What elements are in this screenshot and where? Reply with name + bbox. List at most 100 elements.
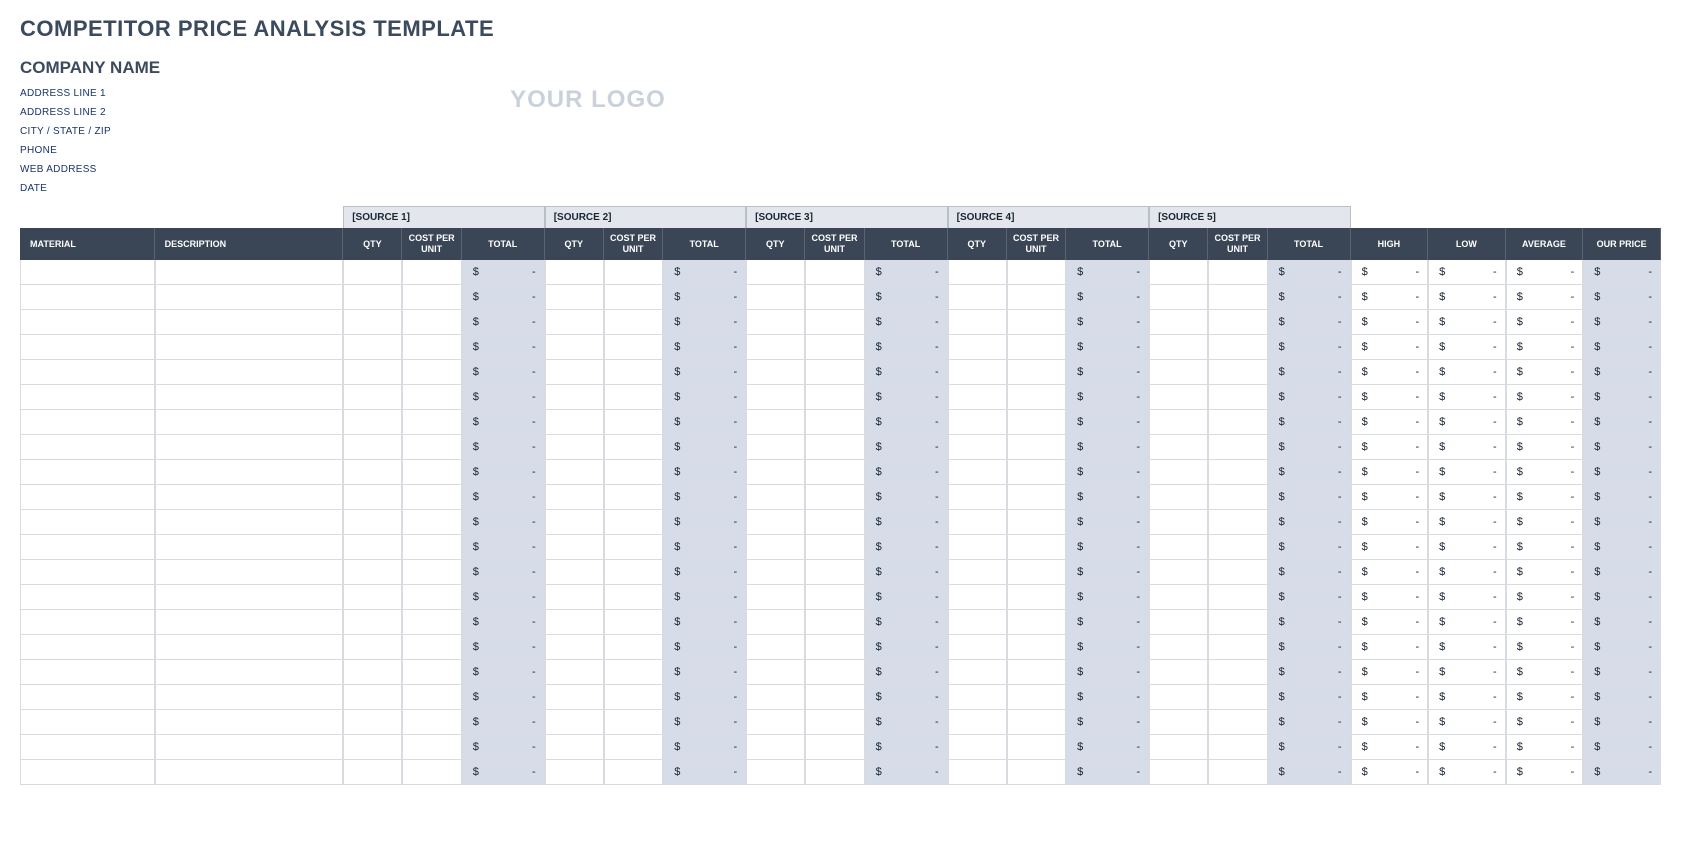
input-cell[interactable] [746, 685, 805, 710]
money-cell[interactable]: $- [1506, 360, 1584, 385]
money-cell[interactable]: $- [1428, 435, 1506, 460]
input-cell[interactable] [20, 460, 155, 485]
input-cell[interactable] [1208, 735, 1267, 760]
money-cell[interactable]: $- [1506, 685, 1584, 710]
money-cell[interactable]: $- [1066, 585, 1149, 610]
input-cell[interactable] [805, 385, 864, 410]
money-cell[interactable]: $- [1583, 610, 1661, 635]
input-cell[interactable] [402, 610, 461, 635]
money-cell[interactable]: $- [1506, 585, 1584, 610]
money-cell[interactable]: $- [462, 610, 545, 635]
input-cell[interactable] [948, 685, 1007, 710]
input-cell[interactable] [545, 660, 604, 685]
money-cell[interactable]: $- [1351, 385, 1429, 410]
input-cell[interactable] [155, 685, 344, 710]
money-cell[interactable]: $- [663, 560, 746, 585]
money-cell[interactable]: $- [1506, 535, 1584, 560]
input-cell[interactable] [1208, 710, 1267, 735]
input-cell[interactable] [604, 385, 663, 410]
input-cell[interactable] [746, 535, 805, 560]
money-cell[interactable]: $- [462, 660, 545, 685]
input-cell[interactable] [343, 385, 402, 410]
input-cell[interactable] [545, 285, 604, 310]
input-cell[interactable] [343, 585, 402, 610]
money-cell[interactable]: $- [1583, 485, 1661, 510]
money-cell[interactable]: $- [1268, 410, 1351, 435]
money-cell[interactable]: $- [1351, 510, 1429, 535]
input-cell[interactable] [746, 485, 805, 510]
input-cell[interactable] [20, 735, 155, 760]
money-cell[interactable]: $- [663, 635, 746, 660]
input-cell[interactable] [948, 485, 1007, 510]
input-cell[interactable] [805, 410, 864, 435]
money-cell[interactable]: $- [1428, 485, 1506, 510]
input-cell[interactable] [20, 360, 155, 385]
input-cell[interactable] [402, 485, 461, 510]
money-cell[interactable]: $- [1268, 460, 1351, 485]
money-cell[interactable]: $- [1268, 335, 1351, 360]
money-cell[interactable]: $- [865, 710, 948, 735]
money-cell[interactable]: $- [1351, 360, 1429, 385]
input-cell[interactable] [1007, 635, 1066, 660]
input-cell[interactable] [1007, 560, 1066, 585]
input-cell[interactable] [20, 385, 155, 410]
money-cell[interactable]: $- [1351, 310, 1429, 335]
input-cell[interactable] [1149, 510, 1208, 535]
input-cell[interactable] [1149, 485, 1208, 510]
input-cell[interactable] [746, 385, 805, 410]
money-cell[interactable]: $- [1268, 560, 1351, 585]
input-cell[interactable] [1149, 760, 1208, 785]
money-cell[interactable]: $- [865, 735, 948, 760]
money-cell[interactable]: $- [1268, 660, 1351, 685]
input-cell[interactable] [746, 435, 805, 460]
input-cell[interactable] [1007, 585, 1066, 610]
input-cell[interactable] [545, 335, 604, 360]
money-cell[interactable]: $- [1583, 760, 1661, 785]
money-cell[interactable]: $- [865, 535, 948, 560]
money-cell[interactable]: $- [865, 610, 948, 635]
money-cell[interactable]: $- [1268, 435, 1351, 460]
input-cell[interactable] [1149, 335, 1208, 360]
input-cell[interactable] [604, 485, 663, 510]
input-cell[interactable] [343, 735, 402, 760]
input-cell[interactable] [948, 660, 1007, 685]
input-cell[interactable] [1149, 610, 1208, 635]
input-cell[interactable] [402, 435, 461, 460]
money-cell[interactable]: $- [1428, 710, 1506, 735]
money-cell[interactable]: $- [1268, 510, 1351, 535]
money-cell[interactable]: $- [865, 435, 948, 460]
money-cell[interactable]: $- [1506, 660, 1584, 685]
input-cell[interactable] [604, 685, 663, 710]
money-cell[interactable]: $- [1351, 635, 1429, 660]
input-cell[interactable] [545, 760, 604, 785]
money-cell[interactable]: $- [1351, 285, 1429, 310]
input-cell[interactable] [604, 435, 663, 460]
money-cell[interactable]: $- [1506, 285, 1584, 310]
input-cell[interactable] [746, 310, 805, 335]
money-cell[interactable]: $- [1268, 610, 1351, 635]
input-cell[interactable] [805, 285, 864, 310]
input-cell[interactable] [1149, 285, 1208, 310]
input-cell[interactable] [948, 360, 1007, 385]
money-cell[interactable]: $- [1583, 460, 1661, 485]
input-cell[interactable] [948, 335, 1007, 360]
input-cell[interactable] [805, 435, 864, 460]
money-cell[interactable]: $- [1428, 260, 1506, 285]
input-cell[interactable] [402, 710, 461, 735]
input-cell[interactable] [20, 485, 155, 510]
input-cell[interactable] [545, 535, 604, 560]
money-cell[interactable]: $- [1428, 310, 1506, 335]
input-cell[interactable] [805, 460, 864, 485]
input-cell[interactable] [155, 435, 344, 460]
input-cell[interactable] [20, 610, 155, 635]
input-cell[interactable] [746, 585, 805, 610]
input-cell[interactable] [155, 560, 344, 585]
input-cell[interactable] [746, 260, 805, 285]
money-cell[interactable]: $- [462, 510, 545, 535]
money-cell[interactable]: $- [663, 685, 746, 710]
input-cell[interactable] [1007, 335, 1066, 360]
input-cell[interactable] [20, 410, 155, 435]
money-cell[interactable]: $- [1583, 385, 1661, 410]
money-cell[interactable]: $- [1066, 710, 1149, 735]
input-cell[interactable] [805, 360, 864, 385]
